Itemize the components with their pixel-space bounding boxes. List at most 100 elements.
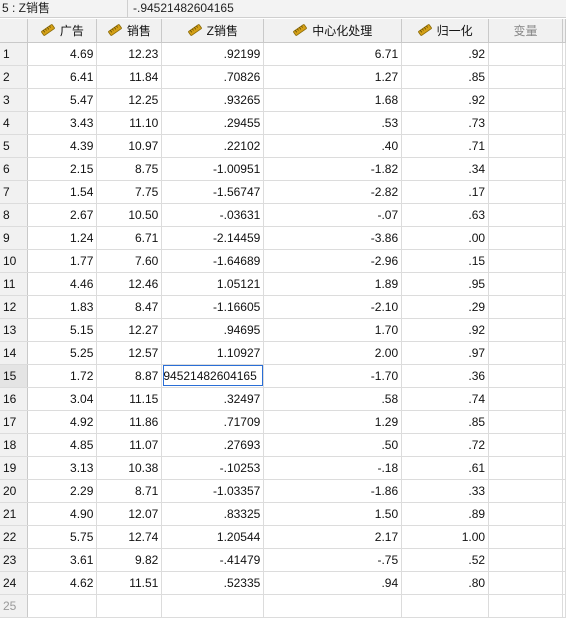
table-cell[interactable]: 12.74 [96, 525, 163, 549]
table-cell[interactable] [488, 180, 563, 204]
table-cell[interactable]: .92199 [161, 42, 265, 66]
table-cell[interactable]: 1.83 [27, 295, 98, 319]
table-cell[interactable]: .94695 [161, 318, 265, 342]
table-cell[interactable]: -.41479 [161, 548, 265, 572]
table-cell[interactable]: 11.84 [96, 65, 163, 89]
table-cell[interactable]: 9.82 [96, 548, 163, 572]
table-cell[interactable]: .34 [401, 157, 490, 181]
row-number[interactable]: 11 [0, 272, 29, 296]
row-number[interactable]: 17 [0, 410, 29, 434]
table-cell[interactable]: .73 [401, 111, 490, 135]
table-cell[interactable] [488, 456, 563, 480]
table-cell[interactable]: 1.54 [27, 180, 98, 204]
table-cell[interactable]: .52 [401, 548, 490, 572]
table-cell[interactable]: 10.50 [96, 203, 163, 227]
table-cell[interactable]: .53 [263, 111, 403, 135]
table-cell[interactable]: .80 [401, 571, 490, 595]
table-cell[interactable] [488, 111, 563, 135]
column-header-1[interactable]: 销售 [96, 19, 163, 43]
table-cell[interactable]: -1.70 [263, 364, 403, 388]
table-cell[interactable]: 11.51 [96, 571, 163, 595]
table-cell[interactable]: 10.38 [96, 456, 163, 480]
table-cell[interactable]: -1.56747 [161, 180, 265, 204]
table-cell[interactable]: 12.27 [96, 318, 163, 342]
column-header-4[interactable]: 归一化 [401, 19, 490, 43]
table-cell[interactable]: 11.15 [96, 387, 163, 411]
table-cell[interactable]: 5.15 [27, 318, 98, 342]
table-cell[interactable] [488, 571, 563, 595]
table-cell[interactable]: .29 [401, 295, 490, 319]
table-cell[interactable] [263, 594, 403, 618]
table-cell[interactable]: 5.25 [27, 341, 98, 365]
table-cell[interactable]: 1.68 [263, 88, 403, 112]
table-cell[interactable]: 7.75 [96, 180, 163, 204]
row-number[interactable]: 5 [0, 134, 29, 158]
table-cell[interactable]: 1.24 [27, 226, 98, 250]
table-cell[interactable]: 1.27 [263, 65, 403, 89]
cell-value-input[interactable]: -.94521482604165 [131, 0, 234, 17]
table-cell[interactable]: .00 [401, 226, 490, 250]
table-cell[interactable] [488, 364, 563, 388]
table-cell[interactable]: -2.10 [263, 295, 403, 319]
table-cell[interactable]: .95 [401, 272, 490, 296]
table-cell[interactable]: .93265 [161, 88, 265, 112]
table-cell[interactable] [488, 42, 563, 66]
table-cell[interactable]: 6.71 [263, 42, 403, 66]
table-cell[interactable]: 2.29 [27, 479, 98, 503]
table-cell[interactable] [488, 203, 563, 227]
table-cell[interactable]: .94 [263, 571, 403, 595]
table-cell[interactable]: .92 [401, 88, 490, 112]
table-cell[interactable]: 6.71 [96, 226, 163, 250]
table-cell[interactable]: 10.97 [96, 134, 163, 158]
table-cell[interactable]: .92 [401, 42, 490, 66]
table-cell[interactable]: .58 [263, 387, 403, 411]
table-cell[interactable]: .29455 [161, 111, 265, 135]
table-cell[interactable]: .27693 [161, 433, 265, 457]
table-cell[interactable]: 12.25 [96, 88, 163, 112]
column-header-3[interactable]: 中心化处理 [263, 19, 403, 43]
column-header-0[interactable]: 广告 [27, 19, 98, 43]
table-cell[interactable]: 12.23 [96, 42, 163, 66]
table-cell[interactable]: .17 [401, 180, 490, 204]
table-cell[interactable]: 4.69 [27, 42, 98, 66]
table-cell[interactable]: -.10253 [161, 456, 265, 480]
table-cell[interactable]: -1.03357 [161, 479, 265, 503]
editing-cell[interactable]: 94521482604165 [161, 364, 265, 388]
table-cell[interactable]: 4.62 [27, 571, 98, 595]
table-cell[interactable] [161, 594, 265, 618]
table-cell[interactable]: -1.86 [263, 479, 403, 503]
row-number[interactable]: 14 [0, 341, 29, 365]
table-cell[interactable] [488, 502, 563, 526]
table-cell[interactable] [488, 548, 563, 572]
table-cell[interactable]: 2.15 [27, 157, 98, 181]
table-cell[interactable]: .61 [401, 456, 490, 480]
table-cell[interactable] [488, 88, 563, 112]
row-number[interactable]: 19 [0, 456, 29, 480]
table-cell[interactable]: 1.77 [27, 249, 98, 273]
table-cell[interactable]: 12.07 [96, 502, 163, 526]
table-cell[interactable] [488, 525, 563, 549]
table-cell[interactable]: 1.72 [27, 364, 98, 388]
table-cell[interactable] [488, 341, 563, 365]
row-number[interactable]: 7 [0, 180, 29, 204]
table-cell[interactable]: .22102 [161, 134, 265, 158]
table-cell[interactable]: -.03631 [161, 203, 265, 227]
row-number[interactable]: 15 [0, 363, 29, 388]
table-cell[interactable]: 5.47 [27, 88, 98, 112]
table-cell[interactable]: 12.46 [96, 272, 163, 296]
table-cell[interactable]: 3.43 [27, 111, 98, 135]
row-number[interactable]: 6 [0, 157, 29, 181]
row-number[interactable]: 23 [0, 548, 29, 572]
table-cell[interactable]: .85 [401, 410, 490, 434]
table-cell[interactable]: 1.70 [263, 318, 403, 342]
row-number[interactable]: 4 [0, 111, 29, 135]
table-cell[interactable] [488, 594, 563, 618]
table-cell[interactable]: 2.00 [263, 341, 403, 365]
table-cell[interactable]: .33 [401, 479, 490, 503]
table-cell[interactable]: .70826 [161, 65, 265, 89]
row-number[interactable]: 24 [0, 571, 29, 595]
table-cell[interactable]: .83325 [161, 502, 265, 526]
table-cell[interactable] [488, 318, 563, 342]
row-number[interactable]: 2 [0, 65, 29, 89]
table-cell[interactable]: 6.41 [27, 65, 98, 89]
